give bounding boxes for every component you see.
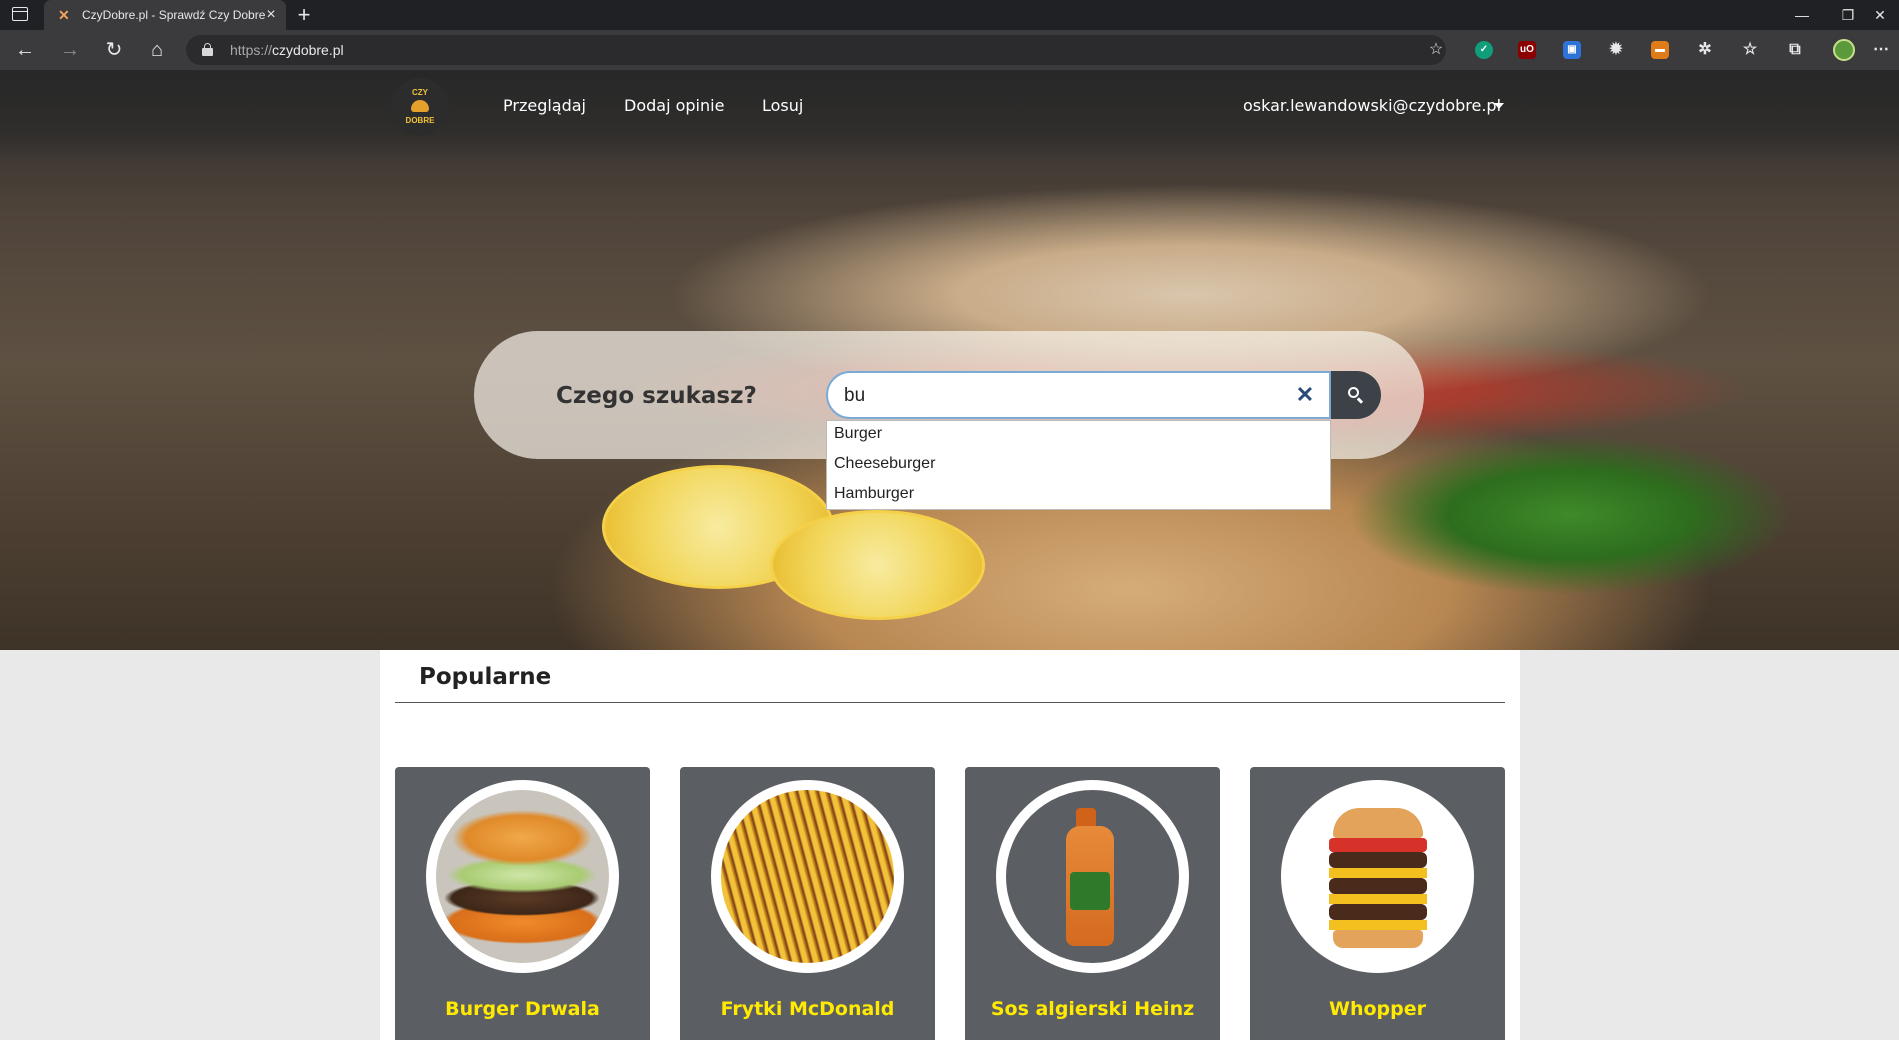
- search-label: Czego szukasz?: [556, 383, 757, 409]
- product-name[interactable]: Burger Drwala: [395, 998, 650, 1020]
- address-bar[interactable]: https://czydobre.pl ☆: [186, 35, 1446, 65]
- product-image: [1281, 780, 1474, 973]
- back-icon[interactable]: ←: [14, 39, 36, 61]
- profile-avatar[interactable]: [1833, 39, 1855, 61]
- forward-icon[interactable]: →: [59, 39, 81, 61]
- nav-link-add-review[interactable]: Dodaj opinie: [624, 96, 724, 115]
- chevron-down-icon[interactable]: [1494, 103, 1504, 109]
- tab-close-icon[interactable]: ×: [262, 6, 280, 24]
- tab-actions-icon[interactable]: [12, 7, 28, 21]
- nav-link-random[interactable]: Losuj: [762, 96, 803, 115]
- new-tab-icon[interactable]: +: [292, 3, 316, 27]
- browser-tab-bar: ✕ CzyDobre.pl - Sprawdź Czy Dobre × + — …: [0, 0, 1899, 30]
- product-card[interactable]: Burger Drwala: [395, 767, 650, 1040]
- burger-icon: [411, 100, 429, 112]
- site-navbar: CZY DOBRE Przeglądaj Dodaj opinie Losuj …: [0, 70, 1899, 140]
- extension-gear-icon[interactable]: ✹: [1607, 41, 1625, 59]
- home-icon[interactable]: ⌂: [146, 39, 168, 61]
- lemon-slice: [770, 510, 985, 620]
- product-name[interactable]: Sos algierski Heinz: [965, 998, 1220, 1020]
- search-input[interactable]: [844, 384, 1264, 408]
- clear-icon[interactable]: ✕: [1294, 383, 1316, 407]
- url-text: https://czydobre.pl: [230, 42, 344, 58]
- favorites-icon[interactable]: ☆: [1741, 41, 1759, 59]
- product-card[interactable]: Whopper: [1250, 767, 1505, 1040]
- refresh-icon[interactable]: ↻: [103, 39, 125, 61]
- site-logo[interactable]: CZY DOBRE: [391, 78, 449, 136]
- search-field[interactable]: ✕: [826, 371, 1331, 419]
- extension-orange-icon[interactable]: ▬: [1651, 41, 1669, 59]
- autocomplete-item[interactable]: Cheeseburger: [834, 455, 935, 473]
- window-close-icon[interactable]: ✕: [1870, 5, 1890, 25]
- popular-section: Popularne Burger Drwala Frytki McDonald …: [380, 650, 1520, 1040]
- minimize-icon[interactable]: —: [1792, 5, 1812, 25]
- search-icon: [1348, 387, 1359, 398]
- product-name[interactable]: Whopper: [1250, 998, 1505, 1020]
- user-menu[interactable]: oskar.lewandowski@czydobre.pl: [1243, 96, 1501, 115]
- extensions-puzzle-icon[interactable]: ✲: [1696, 41, 1714, 59]
- autocomplete-list: Burger Cheeseburger Hamburger: [826, 420, 1331, 510]
- ublock-icon[interactable]: uO: [1518, 41, 1536, 59]
- product-image: [711, 780, 904, 973]
- restore-icon[interactable]: ❐: [1838, 5, 1858, 25]
- autocomplete-item[interactable]: Burger: [834, 425, 882, 443]
- add-favorite-icon[interactable]: ☆: [1426, 39, 1446, 69]
- nav-link-browse[interactable]: Przeglądaj: [503, 96, 586, 115]
- extension-shield-icon[interactable]: ✓: [1475, 41, 1493, 59]
- site-favicon-icon: ✕: [58, 7, 70, 23]
- product-card[interactable]: Frytki McDonald: [680, 767, 935, 1040]
- browser-toolbar: ← → ↻ ⌂ https://czydobre.pl ☆ ✓ uO ▣ ✹ ▬…: [0, 30, 1899, 70]
- extension-translate-icon[interactable]: ▣: [1563, 41, 1581, 59]
- autocomplete-item[interactable]: Hamburger: [834, 485, 914, 503]
- product-card[interactable]: Sos algierski Heinz: [965, 767, 1220, 1040]
- tab-title: CzyDobre.pl - Sprawdź Czy Dobre: [82, 8, 266, 22]
- collections-icon[interactable]: ⧉: [1786, 41, 1804, 59]
- search-button[interactable]: [1331, 371, 1381, 419]
- product-image: [996, 780, 1189, 973]
- browser-tab[interactable]: ✕ CzyDobre.pl - Sprawdź Czy Dobre ×: [44, 0, 286, 30]
- product-image: [426, 780, 619, 973]
- section-title: Popularne: [419, 664, 552, 690]
- divider: [395, 702, 1505, 703]
- more-menu-icon[interactable]: ⋯: [1872, 41, 1890, 59]
- lock-icon[interactable]: [202, 43, 213, 56]
- product-name[interactable]: Frytki McDonald: [680, 998, 935, 1020]
